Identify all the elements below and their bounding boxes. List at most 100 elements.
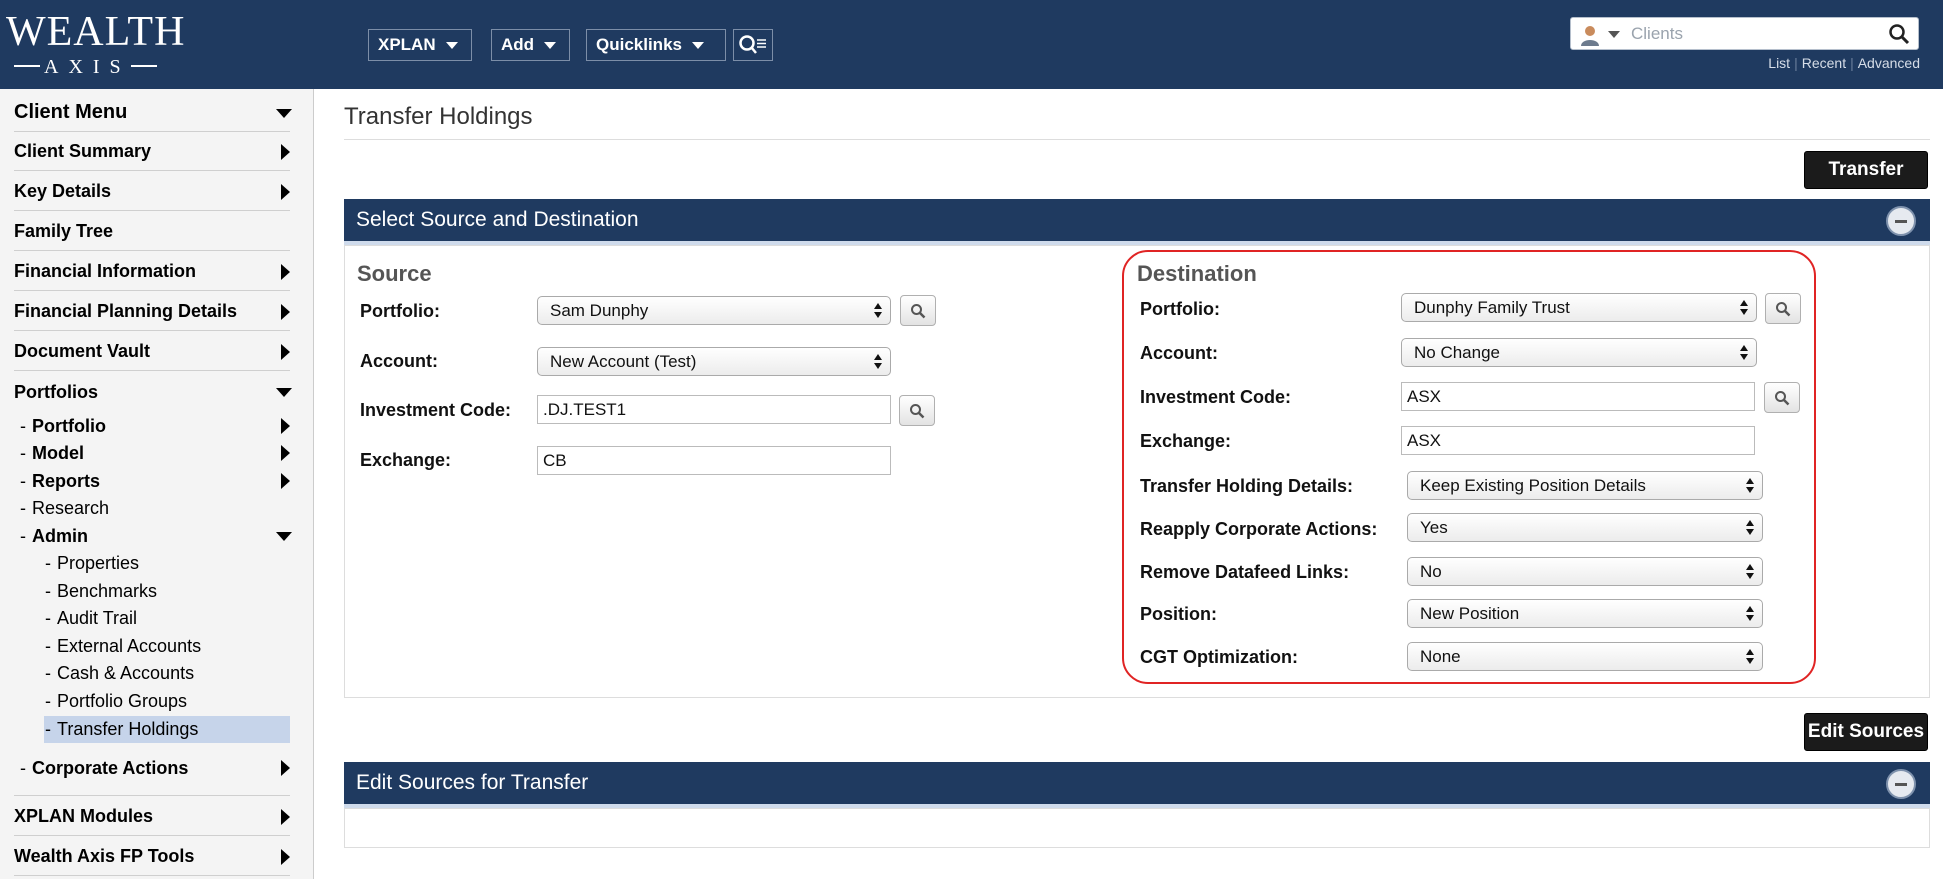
destination-exchange-input[interactable] (1401, 426, 1755, 455)
transfer-holding-details-select[interactable]: Keep Existing Position Details (1407, 471, 1763, 500)
destination-account-select[interactable]: No Change (1401, 338, 1757, 367)
cgt-optimization-select[interactable]: None (1407, 642, 1763, 671)
edit-sources-panel (344, 808, 1930, 848)
add-menu-button[interactable]: Add (491, 29, 570, 61)
xplan-menu-button[interactable]: XPLAN (368, 29, 472, 61)
sidebar-admin-cash-accounts[interactable]: - Cash & Accounts (44, 660, 290, 687)
position-label: Position: (1140, 604, 1217, 624)
sidebar-item-xplan-modules[interactable]: XPLAN Modules (14, 798, 290, 836)
sidebar-item-label: Model (32, 442, 84, 463)
sidebar-admin-audit-trail[interactable]: - Audit Trail (44, 605, 290, 632)
sidebar-item-label: Benchmarks (57, 581, 158, 601)
remove-datafeed-links-label: Remove Datafeed Links: (1140, 562, 1350, 582)
search-icon (1775, 390, 1790, 405)
sidebar-item-document-vault[interactable]: Document Vault (14, 333, 290, 371)
sidebar-item-label: Family Tree (14, 221, 114, 241)
sidebar-item-label: Transfer Holdings (57, 719, 199, 739)
caret-right-icon (281, 418, 290, 434)
source-account-select[interactable]: New Account (Test) (537, 347, 891, 376)
sidebar-item-label: Admin (32, 525, 88, 546)
select-value: New Position (1420, 603, 1520, 623)
wealth-axis-logo[interactable]: WEALTH AXIS (6, 10, 206, 80)
destination-portfolio-select[interactable]: Dunphy Family Trust (1401, 293, 1757, 322)
sidebar-item-label: Reports (32, 470, 101, 491)
sidebar-item-financial-planning-details[interactable]: Financial Planning Details (14, 293, 290, 331)
source-investment-code-input[interactable] (537, 395, 891, 424)
select-value: New Account (Test) (550, 351, 697, 371)
caret-right-icon (281, 445, 290, 461)
sidebar-item-portfolios[interactable]: Portfolios (14, 373, 292, 411)
select-value: Keep Existing Position Details (1420, 475, 1646, 495)
sidebar-item-client-summary[interactable]: Client Summary (14, 133, 290, 171)
source-exchange-input[interactable] (537, 446, 891, 475)
sidebar-admin-portfolio-groups[interactable]: - Portfolio Groups (44, 688, 290, 715)
transfer-holding-details-label: Transfer Holding Details: (1140, 476, 1354, 496)
sidebar-subitem-reports[interactable]: - Reports (20, 468, 290, 494)
sidebar-admin-properties[interactable]: - Properties (44, 550, 290, 577)
remove-datafeed-links-select[interactable]: No (1407, 557, 1763, 586)
caret-down-icon (276, 532, 292, 541)
source-heading: Source (357, 261, 432, 286)
sidebar-client-menu[interactable]: Client Menu (14, 94, 292, 132)
search-list-button[interactable] (733, 29, 773, 61)
caret-right-icon (281, 343, 290, 360)
sidebar-item-family-tree[interactable]: Family Tree (14, 213, 290, 251)
reapply-corporate-actions-label: Reapply Corporate Actions: (1140, 519, 1378, 539)
caret-right-icon (281, 848, 290, 865)
search-icon[interactable] (1888, 23, 1910, 45)
source-portfolio-select[interactable]: Sam Dunphy (537, 296, 891, 325)
sidebar-subitem-corporate-actions[interactable]: - Corporate Actions (20, 755, 290, 781)
select-arrows-icon (873, 354, 883, 370)
caret-right-icon (281, 143, 290, 160)
sidebar-item-financial-information[interactable]: Financial Information (14, 253, 290, 291)
source-portfolio-lookup-button[interactable] (900, 295, 936, 326)
reapply-corporate-actions-select[interactable]: Yes (1407, 513, 1763, 542)
sidebar-item-wealth-axis-fp-tools[interactable]: Wealth Axis FP Tools (14, 838, 290, 876)
sidebar-admin-benchmarks[interactable]: - Benchmarks (44, 578, 290, 605)
sidebar-item-label: Client Summary (14, 141, 152, 161)
sidebar-item-label: Properties (57, 553, 140, 573)
search-links: List | Recent | Advanced (1768, 55, 1920, 71)
select-arrows-icon (873, 303, 883, 319)
page-title: Transfer Holdings (344, 103, 533, 130)
destination-heading: Destination (1137, 261, 1257, 286)
logo-sub: AXIS (14, 56, 157, 79)
collapse-icon[interactable] (1886, 769, 1916, 799)
client-search-box (1570, 17, 1919, 50)
sidebar-item-label: Portfolio Groups (57, 691, 188, 711)
sidebar-item-label: Financial Information (14, 261, 197, 281)
sidebar-subitem-portfolio[interactable]: - Portfolio (20, 413, 290, 439)
title-divider (344, 139, 1930, 140)
chevron-down-icon (544, 41, 557, 49)
quicklinks-menu-button[interactable]: Quicklinks (586, 29, 726, 61)
caret-right-icon (281, 808, 290, 825)
position-select[interactable]: New Position (1407, 599, 1763, 628)
destination-investment-code-input[interactable] (1401, 382, 1755, 411)
caret-down-icon (276, 108, 292, 118)
sidebar-admin-external-accounts[interactable]: - External Accounts (44, 633, 290, 660)
select-arrows-icon (1745, 478, 1755, 494)
search-link-advanced[interactable]: Advanced (1858, 55, 1920, 71)
sidebar-subitem-research[interactable]: - Research (20, 495, 290, 521)
edit-sources-button[interactable]: Edit Sources (1804, 713, 1928, 751)
xplan-menu-label: XPLAN (378, 35, 436, 54)
sidebar-admin-transfer-holdings[interactable]: - Transfer Holdings (44, 716, 290, 743)
select-arrows-icon (1739, 345, 1749, 361)
sidebar-subitem-model[interactable]: - Model (20, 440, 290, 466)
destination-portfolio-lookup-button[interactable] (1765, 293, 1801, 324)
client-sidebar: Client Menu Client Summary Key Details F… (0, 89, 314, 879)
source-investment-code-lookup-button[interactable] (899, 395, 935, 426)
sidebar-item-key-details[interactable]: Key Details (14, 173, 290, 211)
collapse-icon[interactable] (1886, 206, 1916, 236)
sidebar-item-label: Research (32, 497, 110, 518)
search-link-list[interactable]: List (1768, 55, 1790, 71)
client-search-input[interactable] (1631, 22, 1871, 46)
chevron-down-icon (445, 41, 458, 49)
transfer-button[interactable]: Transfer (1804, 151, 1928, 189)
sidebar-subitem-admin[interactable]: - Admin (20, 523, 292, 549)
destination-investment-code-lookup-button[interactable] (1764, 382, 1800, 413)
sidebar-item-label: XPLAN Modules (14, 806, 154, 826)
chevron-down-icon[interactable] (1608, 31, 1620, 38)
search-link-recent[interactable]: Recent (1802, 55, 1846, 71)
person-icon[interactable] (1579, 24, 1601, 46)
